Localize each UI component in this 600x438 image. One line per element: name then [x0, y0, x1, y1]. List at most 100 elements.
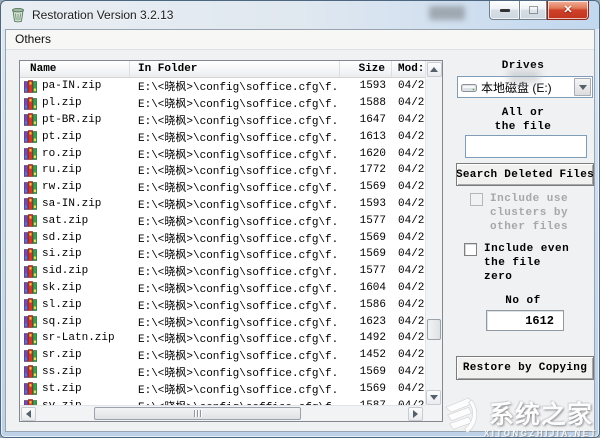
zip-archive-icon: [24, 281, 37, 294]
scroll-left-button[interactable]: [21, 407, 36, 421]
checkbox-icon: [470, 193, 483, 206]
file-row[interactable]: sd.zip E:\<晓枫>\config\soffice.cfg\f... 1…: [20, 229, 425, 246]
titlebar: Restoration Version 3.2.13 ✕: [1, 1, 599, 29]
restore-by-copying-button[interactable]: Restore by Copying: [456, 356, 594, 380]
file-size: 1647: [340, 114, 392, 126]
file-modified: 04/2: [392, 181, 425, 193]
file-folder: E:\<晓枫>\config\soffice.cfg\f...: [130, 162, 340, 178]
file-size: 1569: [340, 383, 392, 395]
app-window: Restoration Version 3.2.13 ✕ Others Name…: [0, 0, 600, 438]
vertical-scroll-thumb[interactable]: [427, 319, 441, 340]
zip-archive-icon: [24, 214, 37, 227]
zip-archive-icon: [24, 181, 37, 194]
arrow-up-icon: [430, 67, 438, 72]
file-row[interactable]: sr.zip E:\<晓枫>\config\soffice.cfg\f... 1…: [20, 347, 425, 364]
file-row[interactable]: sr-Latn.zip E:\<晓枫>\config\soffice.cfg\f…: [20, 330, 425, 347]
scrollbar-corner: [425, 405, 442, 421]
file-name: sr-Latn.zip: [42, 332, 115, 344]
zip-archive-icon: [24, 130, 37, 143]
arrow-down-icon: [430, 395, 438, 400]
file-modified: 04/2: [392, 97, 425, 109]
file-row[interactable]: si.zip E:\<晓枫>\config\soffice.cfg\f... 1…: [20, 246, 425, 263]
file-name: sk.zip: [42, 282, 82, 294]
file-folder: E:\<晓枫>\config\soffice.cfg\f...: [130, 146, 340, 162]
file-size: 1593: [340, 198, 392, 210]
file-modified: 04/2: [392, 114, 425, 126]
file-modified: 04/2: [392, 349, 425, 361]
file-row[interactable]: pt.zip E:\<晓枫>\config\soffice.cfg\f... 1…: [20, 128, 425, 145]
file-row[interactable]: rw.zip E:\<晓枫>\config\soffice.cfg\f... 1…: [20, 179, 425, 196]
file-count-field: 1612: [486, 310, 564, 331]
file-name: sr.zip: [42, 349, 82, 361]
menu-others[interactable]: Others: [6, 30, 59, 49]
deleted-files-list: Name In Folder Size Mod: pa-IN.zip E:\<晓…: [19, 60, 443, 422]
minimize-button[interactable]: [489, 1, 519, 20]
zip-archive-icon: [24, 231, 37, 244]
file-row[interactable]: st.zip E:\<晓枫>\config\soffice.cfg\f... 1…: [20, 380, 425, 397]
file-row[interactable]: sk.zip E:\<晓枫>\config\soffice.cfg\f... 1…: [20, 280, 425, 297]
file-row[interactable]: sat.zip E:\<晓枫>\config\soffice.cfg\f... …: [20, 212, 425, 229]
file-name: ro.zip: [42, 148, 82, 160]
file-size: 1577: [340, 215, 392, 227]
column-header-folder[interactable]: In Folder: [130, 61, 340, 77]
all-or-label: All or: [452, 107, 594, 119]
no-of-label: No of: [452, 295, 594, 307]
file-row[interactable]: pt-BR.zip E:\<晓枫>\config\soffice.cfg\f..…: [20, 112, 425, 129]
zip-archive-icon: [24, 80, 37, 93]
filename-input[interactable]: [465, 135, 587, 158]
recycle-bin-icon: [10, 7, 26, 23]
file-size: 1569: [340, 181, 392, 193]
file-size: 1586: [340, 299, 392, 311]
search-deleted-files-button[interactable]: Search Deleted Files: [456, 163, 594, 186]
zip-archive-icon: [24, 332, 37, 345]
vertical-scrollbar[interactable]: [425, 61, 442, 406]
file-row[interactable]: sq.zip E:\<晓枫>\config\soffice.cfg\f... 1…: [20, 313, 425, 330]
file-size: 1604: [340, 282, 392, 294]
file-row[interactable]: sid.zip E:\<晓枫>\config\soffice.cfg\f... …: [20, 263, 425, 280]
zip-archive-icon: [24, 197, 37, 210]
drive-dropdown-button[interactable]: [574, 78, 591, 96]
horizontal-scrollbar[interactable]: [20, 405, 425, 421]
maximize-icon: [529, 6, 538, 14]
file-folder: E:\<晓枫>\config\soffice.cfg\f...: [130, 314, 340, 330]
checkbox-icon: [464, 243, 477, 256]
file-name: pt.zip: [42, 131, 82, 143]
file-name: si.zip: [42, 248, 82, 260]
file-modified: 04/2: [392, 332, 425, 344]
file-name: sd.zip: [42, 232, 82, 244]
file-folder: E:\<晓枫>\config\soffice.cfg\f...: [130, 129, 340, 145]
include-clusters-checkbox[interactable]: Include use clusters by other files: [470, 192, 568, 234]
checkbox-label-line: the file: [484, 256, 569, 270]
checkbox-label-line: clusters by: [490, 206, 568, 220]
zip-archive-icon: [24, 97, 37, 110]
file-modified: 04/2: [392, 265, 425, 277]
maximize-button[interactable]: [519, 1, 547, 20]
zip-archive-icon: [24, 113, 37, 126]
file-folder: E:\<晓枫>\config\soffice.cfg\f...: [130, 78, 340, 94]
file-row[interactable]: ss.zip E:\<晓枫>\config\soffice.cfg\f... 1…: [20, 364, 425, 381]
zip-archive-icon: [24, 315, 37, 328]
column-header-size[interactable]: Size: [340, 61, 392, 77]
file-row[interactable]: ro.zip E:\<晓枫>\config\soffice.cfg\f... 1…: [20, 145, 425, 162]
include-zero-checkbox[interactable]: Include even the file zero: [464, 242, 569, 284]
file-row[interactable]: pa-IN.zip E:\<晓枫>\config\soffice.cfg\f..…: [20, 78, 425, 95]
hard-drive-icon: [461, 82, 477, 93]
file-row[interactable]: sa-IN.zip E:\<晓枫>\config\soffice.cfg\f..…: [20, 196, 425, 213]
zip-archive-icon: [24, 248, 37, 261]
file-folder: E:\<晓枫>\config\soffice.cfg\f...: [130, 280, 340, 296]
column-header-modified[interactable]: Mod:: [392, 61, 425, 77]
file-row[interactable]: ru.zip E:\<晓枫>\config\soffice.cfg\f... 1…: [20, 162, 425, 179]
blurred-region: [508, 70, 540, 84]
scroll-up-button[interactable]: [427, 62, 442, 77]
file-folder: E:\<晓枫>\config\soffice.cfg\f...: [130, 297, 340, 313]
column-header-name[interactable]: Name: [20, 61, 130, 77]
file-folder: E:\<晓枫>\config\soffice.cfg\f...: [130, 381, 340, 397]
file-size: 1569: [340, 232, 392, 244]
file-row[interactable]: sl.zip E:\<晓枫>\config\soffice.cfg\f... 1…: [20, 296, 425, 313]
horizontal-scroll-thumb[interactable]: [94, 407, 301, 420]
scroll-right-button[interactable]: [408, 407, 423, 421]
scroll-down-button[interactable]: [426, 390, 441, 405]
blurred-region: [429, 6, 465, 20]
file-row[interactable]: pl.zip E:\<晓枫>\config\soffice.cfg\f... 1…: [20, 95, 425, 112]
close-button[interactable]: ✕: [547, 1, 589, 20]
